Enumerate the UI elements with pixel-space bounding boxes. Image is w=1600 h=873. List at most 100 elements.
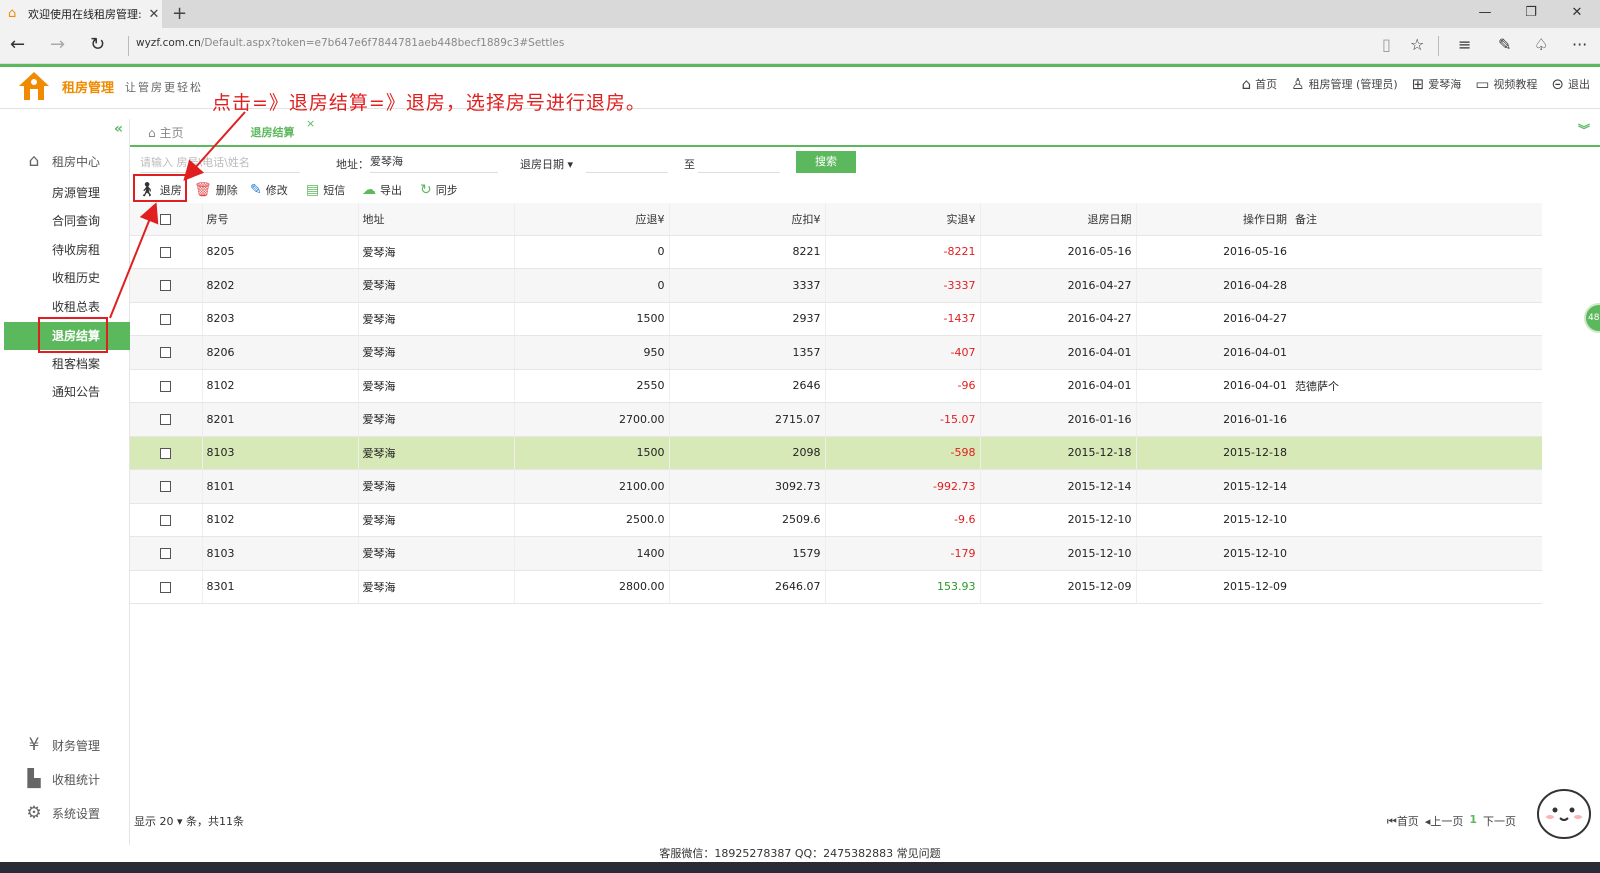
hub-icon[interactable]: ≡ [1458, 35, 1471, 54]
topnav-video[interactable]: ▭ 视频教程 [1475, 75, 1537, 93]
sidebar-section-rent-center[interactable]: ⌂ 租房中心 [24, 151, 100, 171]
topnav-logout[interactable]: ⊝ 退出 [1551, 75, 1590, 93]
back-icon[interactable]: ← [10, 34, 25, 55]
table-row[interactable]: 8101 爱琴海 2100.00 3092.73 -992.73 2015-12-14 20… [130, 469, 1542, 504]
export-button[interactable]: ☁ 导出 [362, 179, 402, 201]
web-note-icon[interactable]: ✎ [1498, 35, 1511, 54]
col-note[interactable]: 备注 [1291, 203, 1542, 236]
table-row[interactable]: 8206 爱琴海 950 1357 -407 2016-04-01 2016-04-01 [130, 335, 1542, 370]
row-checkbox-cell[interactable] [130, 536, 203, 571]
table-row[interactable]: 8301 爱琴海 2800.00 2646.07 153.93 2015-12-09 201… [130, 570, 1542, 604]
sidebar-item-listings[interactable]: 房源管理 [4, 179, 130, 207]
checkbox[interactable] [160, 414, 172, 426]
col-checkout-date[interactable]: 退房日期 [980, 203, 1137, 236]
checkbox[interactable] [160, 280, 172, 292]
prev-page-button[interactable]: ◂上一页 [1425, 813, 1464, 829]
date-to-input[interactable] [698, 153, 780, 173]
table-row[interactable]: 8103 爱琴海 1400 1579 -179 2015-12-10 2015-12-10 [130, 536, 1542, 571]
browser-tab[interactable]: ⌂ 欢迎使用在线租房管理: ✕ [0, 0, 162, 28]
cell-address: 爱琴海 [358, 369, 515, 403]
table-row[interactable]: 8103 爱琴海 1500 2098 -598 2015-12-18 2015-12-18 [130, 436, 1542, 470]
sidebar-finance[interactable]: ¥ 财务管理 [24, 735, 100, 755]
edit-button[interactable]: ✎ 修改 [250, 179, 288, 201]
cell-refund: 0 [514, 235, 670, 269]
refresh-icon[interactable]: ↻ [90, 34, 105, 55]
current-page[interactable]: 1 [1469, 813, 1477, 829]
gear-icon: ⚙ [26, 803, 42, 823]
table-row[interactable]: 8102 爱琴海 2550 2646 -96 2016-04-01 2016-04-01 范德… [130, 369, 1542, 403]
row-checkbox-cell[interactable] [130, 570, 203, 604]
table-row[interactable]: 8205 爱琴海 0 8221 -8221 2016-05-16 2016-05-16 [130, 235, 1542, 269]
checkbox[interactable] [160, 347, 172, 359]
checkbox[interactable] [160, 447, 172, 459]
col-deduct[interactable]: 应扣¥ [669, 203, 826, 236]
date-filter-dropdown[interactable]: 退房日期 ▾ [520, 156, 573, 172]
cell-operation-date: 2015-12-18 [1136, 436, 1291, 470]
checkbox[interactable] [160, 481, 172, 493]
table-row[interactable]: 8202 爱琴海 0 3337 -3337 2016-04-27 2016-04-28 [130, 268, 1542, 303]
row-checkbox-cell[interactable] [130, 268, 203, 303]
collapse-sidebar-icon[interactable]: « [114, 121, 123, 137]
search-button[interactable]: 搜索 [796, 151, 856, 173]
col-actual-refund[interactable]: 实退¥ [825, 203, 981, 236]
table-row[interactable]: 8201 爱琴海 2700.00 2715.07 -15.07 2016-01-16 201… [130, 402, 1542, 437]
sidebar-item-tenant-records[interactable]: 租客档案 [4, 350, 130, 378]
row-checkbox-cell[interactable] [130, 402, 203, 437]
row-checkbox-cell[interactable] [130, 503, 203, 537]
restore-icon[interactable]: ❐ [1508, 0, 1554, 28]
url-field[interactable]: wyzf.com.cn/Default.aspx?token=e7b647e6f… [136, 37, 564, 49]
forward-icon[interactable]: → [50, 34, 65, 55]
close-tab-icon[interactable]: ✕ [146, 7, 162, 22]
reading-view-icon[interactable]: ▯ [1382, 35, 1391, 54]
row-checkbox-cell[interactable] [130, 235, 203, 269]
checkbox[interactable] [160, 313, 172, 325]
sidebar-item-contracts[interactable]: 合同查询 [4, 207, 130, 235]
minimize-icon[interactable]: — [1462, 0, 1508, 28]
date-from-input[interactable] [586, 153, 668, 173]
sync-button[interactable]: ↻ 同步 [420, 179, 458, 201]
window-close-icon[interactable]: ✕ [1554, 0, 1600, 28]
row-checkbox-cell[interactable] [130, 469, 203, 504]
first-page-button[interactable]: ⏮首页 [1387, 813, 1419, 829]
topnav-home[interactable]: ⌂ 首页 [1242, 75, 1278, 93]
address-select[interactable]: 爱琴海 [370, 153, 498, 173]
row-checkbox-cell[interactable] [130, 335, 203, 370]
share-icon[interactable]: ♤ [1534, 35, 1548, 54]
row-checkbox-cell[interactable] [130, 369, 203, 403]
sidebar-item-pending-rent[interactable]: 待收房租 [4, 236, 130, 264]
next-page-button[interactable]: 下一页 [1483, 813, 1516, 829]
cell-actual-refund: -8221 [825, 235, 981, 269]
col-refund[interactable]: 应退¥ [514, 203, 670, 236]
sidebar-item-rent-history[interactable]: 收租历史 [4, 264, 130, 292]
row-checkbox-cell[interactable] [130, 436, 203, 470]
row-checkbox-cell[interactable] [130, 302, 203, 336]
more-icon[interactable]: ··· [1572, 35, 1587, 54]
topnav-building[interactable]: ⊞ 爱琴海 [1412, 75, 1462, 93]
checkbox[interactable] [160, 213, 172, 225]
checkbox[interactable] [160, 246, 172, 258]
close-tab-icon[interactable]: × [306, 117, 315, 130]
delete-button[interactable]: 🗑︎ 删除 [194, 179, 238, 201]
new-tab-icon[interactable]: + [172, 3, 187, 24]
checkbox[interactable] [160, 548, 172, 560]
table-row[interactable]: 8203 爱琴海 1500 2937 -1437 2016-04-27 2016-04-27 [130, 302, 1542, 336]
col-operation-date[interactable]: 操作日期 [1136, 203, 1291, 236]
checkbox[interactable] [160, 380, 172, 392]
sidebar-rent-stats[interactable]: ▙ 收租统计 [24, 769, 100, 789]
page-size-select[interactable]: 20 ▾ [160, 815, 183, 828]
tab-home[interactable]: ⌂ 主页 [148, 121, 183, 145]
sms-button[interactable]: ▤ 短信 [306, 179, 345, 201]
sidebar-settings[interactable]: ⚙ 系统设置 [24, 803, 100, 823]
checkbox[interactable] [160, 514, 172, 526]
sidebar-item-notices[interactable]: 通知公告 [4, 378, 130, 406]
search-input[interactable] [140, 153, 300, 173]
expand-down-icon[interactable]: ︾ [1578, 121, 1590, 138]
table-row[interactable]: 8102 爱琴海 2500.0 2509.6 -9.6 2015-12-10 2015-12… [130, 503, 1542, 537]
col-room[interactable]: 房号 [202, 203, 359, 236]
col-address[interactable]: 地址 [358, 203, 515, 236]
select-all-checkbox[interactable] [130, 203, 203, 236]
favorite-star-icon[interactable]: ☆ [1410, 35, 1424, 54]
topnav-user[interactable]: ♙ 租房管理 (管理员) [1291, 75, 1398, 93]
checkbox[interactable] [160, 581, 172, 593]
mascot-icon[interactable] [1532, 780, 1594, 842]
